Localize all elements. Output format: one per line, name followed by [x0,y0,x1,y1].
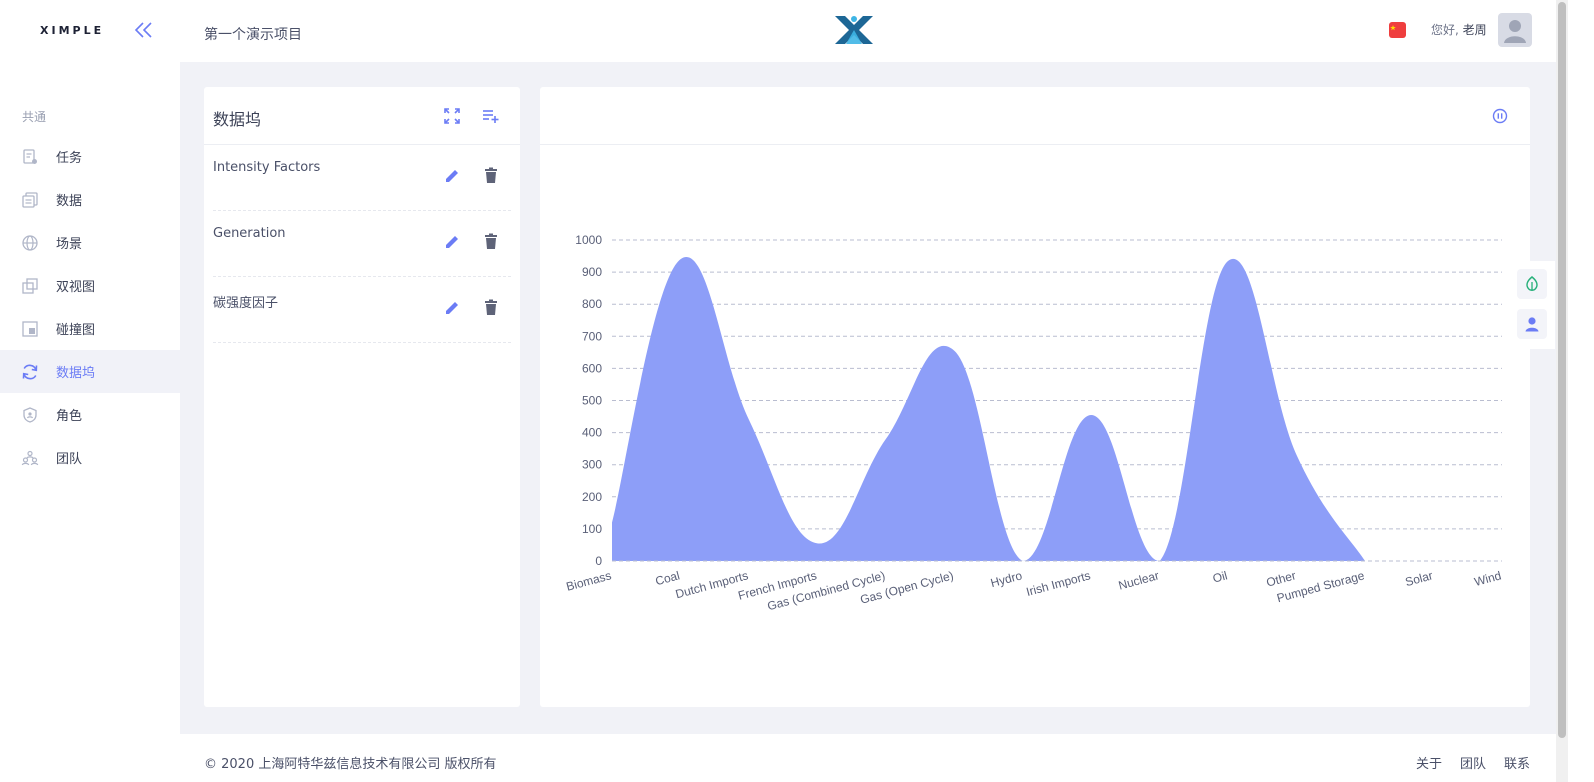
sidebar-item-label: 角色 [56,409,83,424]
dataset-panel: 数据坞 Intensity Factors Generation 碳强度因子 [204,87,520,707]
brand-logo-text: XIMPLE [40,24,105,37]
page-scrollbar[interactable] [1556,0,1568,782]
footer-link-about[interactable]: 关于 [1416,753,1442,772]
avatar[interactable] [1498,13,1532,47]
pencil-icon[interactable] [443,299,461,317]
trash-icon[interactable] [483,167,499,185]
y-tick-label: 800 [582,297,602,311]
y-tick-label: 100 [582,522,602,536]
app-logo-icon [832,12,876,48]
shield-icon [20,405,40,425]
leaf-icon[interactable] [1517,269,1547,299]
sidebar-item-label: 场景 [56,237,83,252]
footer-link-team[interactable]: 团队 [1460,753,1486,772]
task-icon [20,147,40,167]
sidebar-item-label: 数据 [56,194,83,209]
user-icon[interactable] [1517,309,1547,339]
greeting-text: 您好, [1431,23,1459,37]
sidebar-item-scene[interactable]: 场景 [0,221,180,264]
project-title[interactable]: 第一个演示项目 [204,24,302,44]
sidebar: XIMPLE 共通 任务 数据 场景 双视图 碰撞图 数据坞 角色 团队 [0,0,180,782]
footer-links: 关于 团队 联系 [1416,753,1530,772]
sidebar-item-team[interactable]: 团队 [0,436,180,479]
user-name: 老周 [1462,23,1487,37]
y-tick-label: 500 [582,394,602,408]
y-tick-label: 400 [582,426,602,440]
globe-icon [20,233,40,253]
top-header: 第一个演示项目 您好, 老周 [180,0,1556,62]
x-tick-label: Biomass [565,568,613,593]
trash-icon[interactable] [483,233,499,251]
sidebar-item-datadock[interactable]: 数据坞 [0,350,180,393]
scrollbar-thumb[interactable] [1558,2,1566,738]
y-tick-label: 200 [582,490,602,504]
sidebar-item-collision[interactable]: 碰撞图 [0,307,180,350]
footer-link-contact[interactable]: 联系 [1504,753,1530,772]
y-tick-label: 1000 [575,233,602,247]
x-tick-label: Irish Imports [1025,568,1092,599]
add-to-list-icon[interactable] [482,107,500,125]
area-series [612,256,1366,561]
team-icon [20,448,40,468]
dataset-name: 碳强度因子 [213,296,279,311]
sync-icon [20,362,40,382]
y-tick-label: 700 [582,329,602,343]
sidebar-item-label: 数据坞 [56,366,96,381]
dataset-name: Intensity Factors [213,160,321,175]
window-edge [1568,0,1594,782]
data-icon [20,190,40,210]
fullscreen-icon[interactable] [443,107,461,125]
x-tick-label: Hydro [989,568,1024,590]
sidebar-item-tasks[interactable]: 任务 [0,135,180,178]
language-flag-icon[interactable] [1389,22,1406,38]
list-item[interactable]: Intensity Factors [213,145,511,211]
x-tick-label: Nuclear [1117,568,1161,592]
dataset-name: Generation [213,226,286,241]
sidebar-item-label: 任务 [56,151,83,166]
area-chart: 0 100 200 300 400 500 600 700 800 900 1000 Biomass C… [565,233,1503,613]
chart-panel: 0 100 200 300 400 500 600 700 800 900 1000 Biomass C… [540,87,1530,707]
y-tick-label: 900 [582,265,602,279]
x-tick-label: Solar [1404,568,1435,589]
list-item[interactable]: 碳强度因子 [213,277,511,343]
x-tick-label: Wind [1473,568,1503,589]
x-tick-label: Coal [654,568,681,588]
pencil-icon[interactable] [443,233,461,251]
section-label: 共通 [22,110,47,124]
sidebar-nav: 任务 数据 场景 双视图 碰撞图 数据坞 角色 团队 [0,135,180,479]
user-greeting: 您好, 老周 [1431,21,1487,38]
panel-title: 数据坞 [213,110,262,129]
sidebar-item-data[interactable]: 数据 [0,178,180,221]
floating-toolbar [1509,261,1555,349]
sidebar-item-label: 碰撞图 [56,323,96,338]
list-item[interactable]: Generation [213,211,511,277]
x-tick-label: Oil [1211,568,1229,585]
footer: © 2020 上海阿特华兹信息技术有限公司 版权所有 关于 团队 联系 [180,734,1556,782]
trash-icon[interactable] [483,299,499,317]
y-tick-label: 300 [582,458,602,472]
sidebar-item-roles[interactable]: 角色 [0,393,180,436]
sidebar-item-dual-view[interactable]: 双视图 [0,264,180,307]
dual-view-icon [20,276,40,296]
y-tick-label: 600 [582,361,602,375]
collapse-sidebar-icon[interactable] [133,20,155,40]
sidebar-item-label: 双视图 [56,280,96,295]
copyright-text: © 2020 上海阿特华兹信息技术有限公司 版权所有 [204,757,497,772]
y-tick-label: 0 [595,554,602,568]
pencil-icon[interactable] [443,167,461,185]
collision-icon [20,319,40,339]
sidebar-item-label: 团队 [56,452,83,467]
